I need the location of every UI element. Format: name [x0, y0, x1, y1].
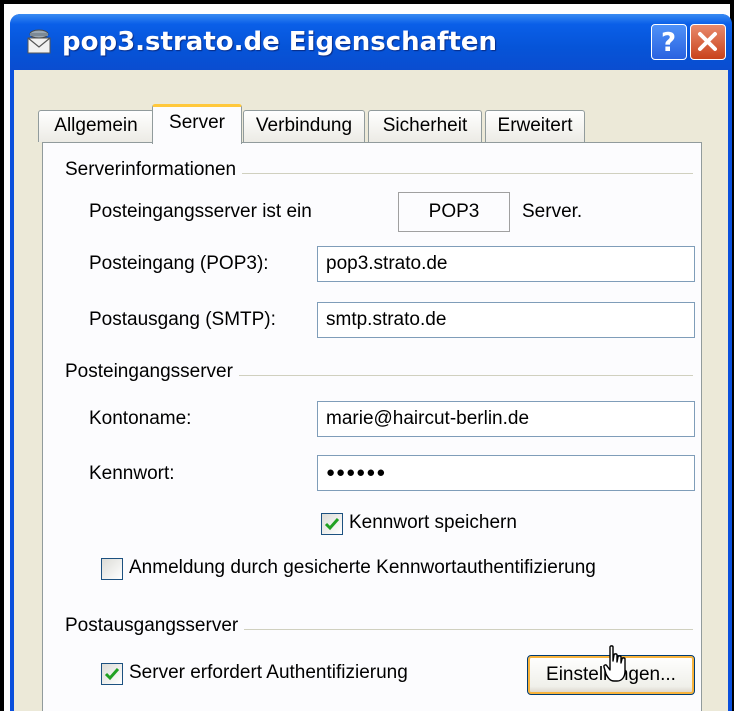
checkmark-icon — [324, 518, 340, 531]
password-input[interactable]: ●●●●●● — [317, 455, 695, 491]
help-button[interactable]: ? — [651, 24, 687, 60]
group-label-posteingangsserver: Posteingangsserver — [65, 361, 239, 383]
save-password-checkbox[interactable] — [321, 513, 343, 535]
account-name-input[interactable]: marie@haircut-berlin.de — [317, 401, 695, 437]
spa-checkbox[interactable] — [101, 558, 123, 580]
incoming-server-label: Posteingang (POP3): — [89, 253, 269, 274]
tab-sicherheit[interactable]: Sicherheit — [368, 110, 482, 142]
crop-border-left — [0, 0, 4, 711]
dialog-client-area: Allgemein Server Verbindung Sicherheit E… — [14, 70, 728, 711]
properties-dialog: pop3.strato.de Eigenschaften ? Allgemein… — [10, 14, 732, 711]
hand-pointer-icon — [603, 645, 626, 682]
close-icon — [698, 32, 717, 51]
incoming-type-value: POP3 — [398, 192, 510, 232]
save-password-label[interactable]: Kennwort speichern — [349, 512, 517, 534]
close-button[interactable] — [690, 24, 726, 60]
spa-label[interactable]: Anmeldung durch gesicherte Kennwortauthe… — [129, 557, 596, 579]
tab-verbindung[interactable]: Verbindung — [243, 110, 365, 142]
window-title: pop3.strato.de Eigenschaften — [62, 27, 498, 57]
group-label-serverinformationen: Serverinformationen — [65, 159, 243, 181]
incoming-type-suffix: Server. — [522, 201, 583, 222]
svg-text:?: ? — [661, 28, 676, 58]
account-name-label: Kontoname: — [89, 408, 192, 429]
question-mark-icon: ? — [661, 28, 676, 58]
tab-allgemein[interactable]: Allgemein — [38, 110, 154, 142]
server-auth-checkbox[interactable] — [101, 663, 123, 685]
incoming-type-label: Posteingangsserver ist ein — [89, 201, 312, 222]
password-label: Kennwort: — [89, 463, 175, 484]
outgoing-server-input[interactable]: smtp.strato.de — [317, 302, 695, 338]
tab-server[interactable]: Server — [152, 104, 242, 144]
outgoing-server-label: Postausgang (SMTP): — [89, 309, 276, 330]
checkmark-icon — [104, 668, 120, 681]
mail-server-icon — [27, 29, 51, 54]
group-label-postausgangsserver: Postausgangsserver — [65, 615, 245, 637]
tab-panel-server: Serverinformationen Posteingangsserver i… — [42, 142, 702, 711]
server-auth-label[interactable]: Server erfordert Authentifizierung — [129, 662, 408, 684]
title-bar[interactable]: pop3.strato.de Eigenschaften ? — [10, 14, 732, 70]
tab-erweitert[interactable]: Erweitert — [485, 110, 585, 142]
crop-border-top — [0, 0, 734, 4]
incoming-server-input[interactable]: pop3.strato.de — [317, 246, 695, 282]
